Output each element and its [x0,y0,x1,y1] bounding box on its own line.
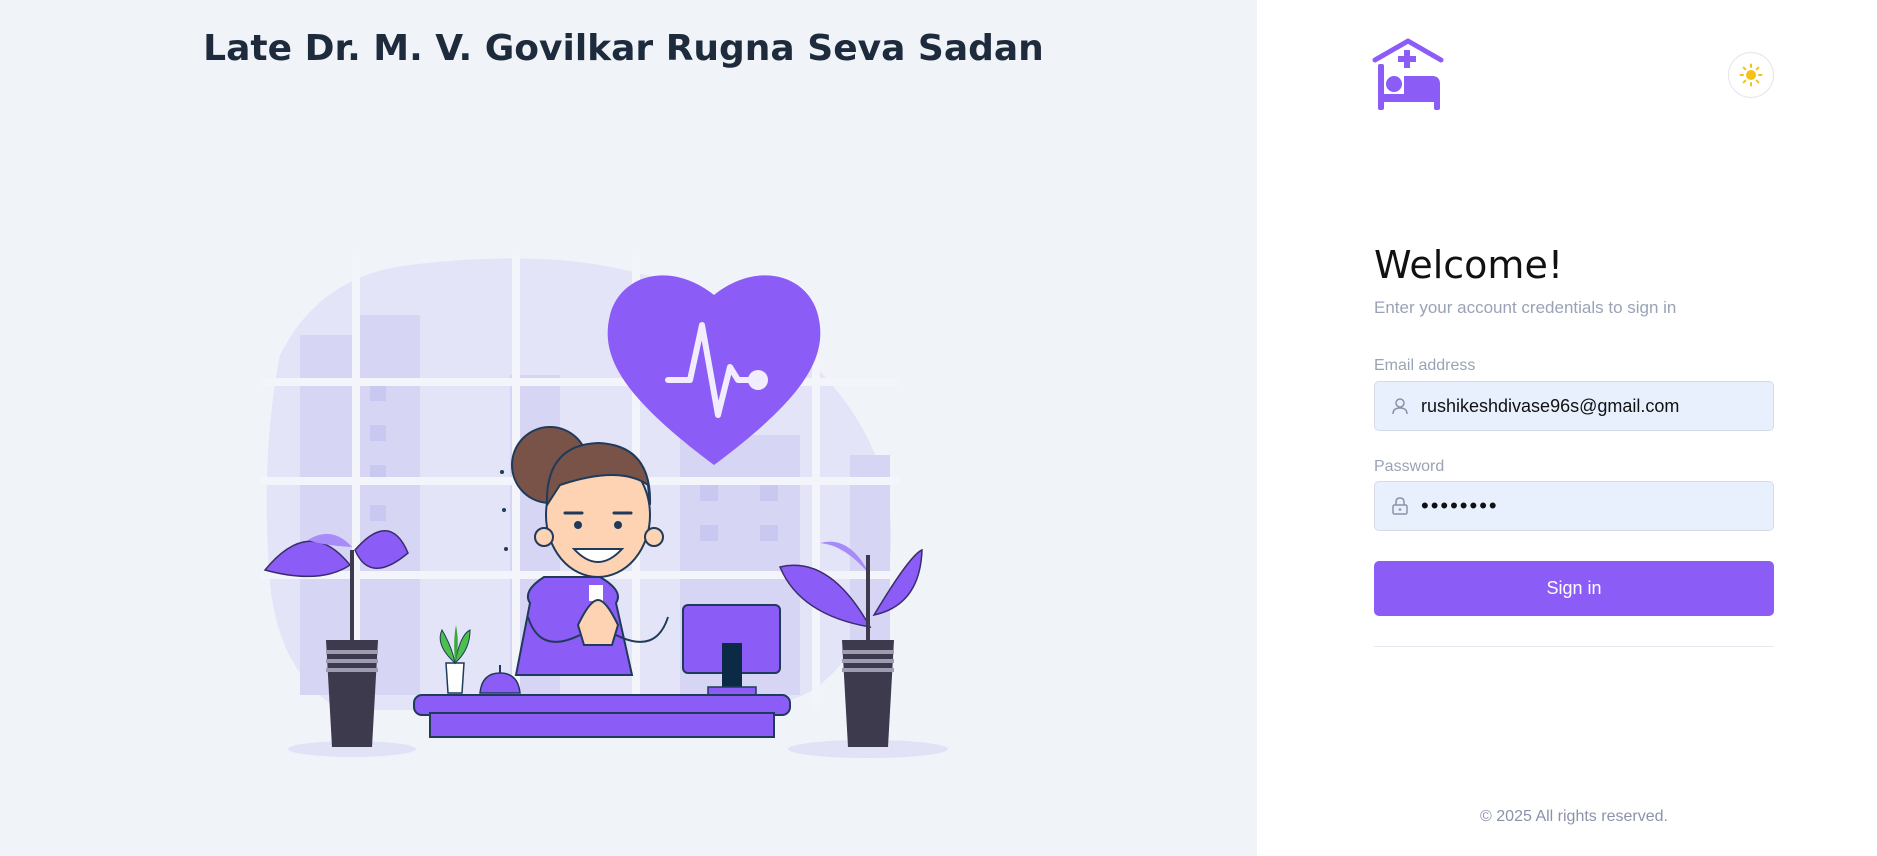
right-panel: Welcome! Enter your account credentials … [1257,0,1877,856]
hospital-bed-icon [1372,38,1444,110]
lock-icon [1389,495,1411,517]
signin-button[interactable]: Sign in [1374,561,1774,616]
email-label: Email address [1374,357,1476,374]
email-field-wrapper [1374,381,1774,431]
login-subtitle: Enter your account credentials to sign i… [1374,298,1677,317]
password-input[interactable] [1421,493,1761,519]
theme-toggle-button[interactable] [1728,52,1774,98]
password-label: Password [1374,458,1445,475]
divider [1374,646,1774,647]
password-field-wrapper [1374,481,1774,531]
welcome-heading: Welcome! [1374,243,1564,287]
left-panel: Late Dr. M. V. Govilkar Rugna Seva Sadan [0,0,1257,856]
receptionist-illustration [260,255,948,758]
site-title: Late Dr. M. V. Govilkar Rugna Seva Sadan [203,28,1044,69]
user-icon [1389,395,1411,417]
copyright-footer: © 2025 All rights reserved. [1480,808,1668,825]
email-input[interactable] [1421,395,1761,417]
sun-icon [1739,63,1763,87]
